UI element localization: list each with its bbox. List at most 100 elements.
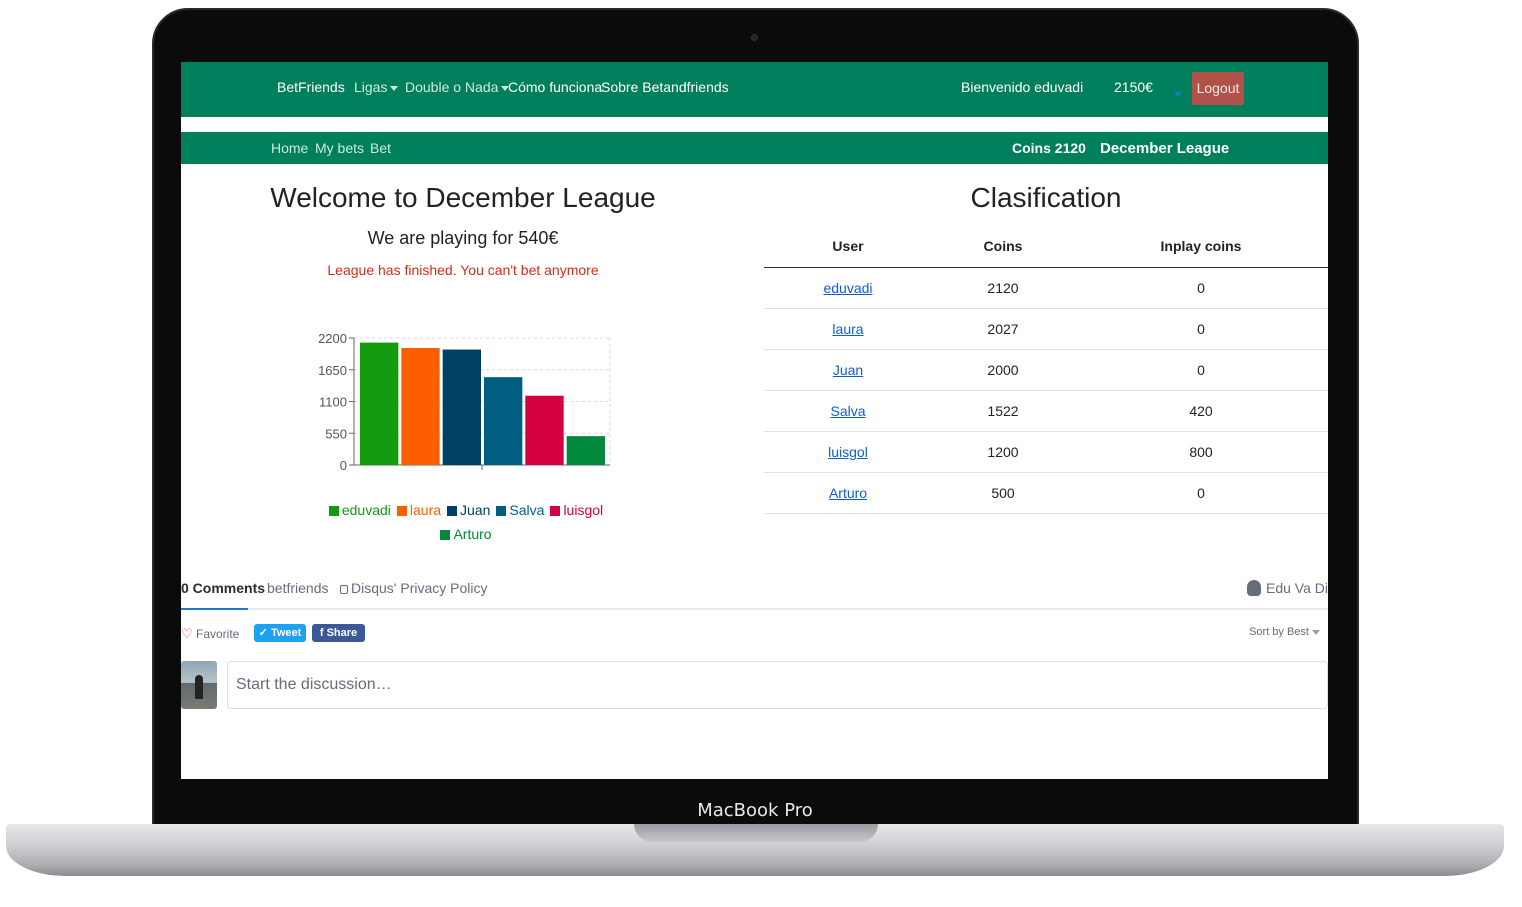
welcome-text: Bienvenido eduvadi xyxy=(961,79,1084,95)
league-finished-notice: League has finished. You can't bet anymo… xyxy=(327,262,599,278)
inplay-cell: 800 xyxy=(1074,431,1328,473)
tab-forum[interactable]: betfriends xyxy=(267,580,328,596)
y-tick-label: 1100 xyxy=(319,395,347,410)
y-tick-label: 0 xyxy=(340,458,347,473)
legend-label: Salva xyxy=(509,502,545,518)
legend-swatch xyxy=(550,506,561,516)
user-cell: Salva xyxy=(764,390,932,432)
double-dropdown[interactable]: Double o Nada xyxy=(405,79,510,95)
prize-text: We are playing for 540€ xyxy=(367,228,559,248)
active-tab-indicator xyxy=(181,608,248,610)
chevron-down-icon xyxy=(1174,91,1182,97)
table-header-row: User Coins Inplay coins xyxy=(764,226,1328,268)
logout-button[interactable]: Logout xyxy=(1192,72,1244,105)
user-link[interactable]: Salva xyxy=(830,403,865,419)
laptop-notch xyxy=(634,824,878,842)
laptop-mockup: MacBook Pro BetFriends Ligas Double o Na… xyxy=(0,0,1522,907)
league-name: December League xyxy=(1100,140,1230,157)
share-button[interactable]: f Share xyxy=(312,624,365,642)
legend-label: luisgol xyxy=(563,502,604,518)
device-label: MacBook Pro xyxy=(697,800,813,821)
legend-item: laura xyxy=(396,498,442,522)
tab-comments[interactable]: 0 Comments xyxy=(181,580,265,596)
user-cell: Arturo xyxy=(764,472,932,514)
y-tick-label: 550 xyxy=(325,426,347,441)
disqus-tabbar: 0 Comments betfriends Disqus' Privacy Po… xyxy=(181,570,1328,610)
legend-swatch xyxy=(496,506,507,516)
inplay-cell: 0 xyxy=(1074,472,1328,514)
user-link[interactable]: Juan xyxy=(833,362,863,378)
user-cell: laura xyxy=(764,308,932,350)
user-link[interactable]: luisgol xyxy=(828,444,868,460)
sort-label: Sort by Best xyxy=(1249,626,1309,638)
table-row: Salva 1522 420 xyxy=(764,390,1328,432)
clasification-title: Clasification xyxy=(970,182,1122,213)
lock-icon xyxy=(340,585,348,594)
favorite-button[interactable]: ♡ Favorite xyxy=(181,626,239,642)
share-label: Share xyxy=(326,627,358,639)
legend-item: luisgol xyxy=(550,498,603,522)
table-row: Arturo 500 0 xyxy=(764,472,1328,514)
y-tick-label: 2200 xyxy=(318,331,347,346)
coins-cell: 1522 xyxy=(932,390,1074,432)
double-label: Double o Nada xyxy=(405,79,499,95)
column-header-user: User xyxy=(764,226,932,268)
coins-cell: 500 xyxy=(932,472,1074,514)
disqus-actions: ♡ Favorite ✓ Tweet f Share Sort by Best xyxy=(181,624,1328,644)
legend-swatch xyxy=(440,530,451,540)
bar-luisgol xyxy=(525,395,564,465)
legend-label: eduvadi xyxy=(341,502,391,518)
home-link[interactable]: Home xyxy=(271,140,308,156)
user-icon xyxy=(1247,580,1261,596)
sobre-link[interactable]: Sobre Betandfriends xyxy=(601,79,729,95)
ligas-label: Ligas xyxy=(354,79,388,95)
balance-text: 2150€ xyxy=(1114,79,1153,95)
privacy-policy-link[interactable]: Disqus' Privacy Policy xyxy=(340,580,488,596)
clasification-table: User Coins Inplay coins eduvadi 2120 0 l… xyxy=(764,226,1328,514)
browser-screen: BetFriends Ligas Double o Nada Cómo func… xyxy=(181,62,1328,779)
mybets-link[interactable]: My bets xyxy=(315,140,364,156)
legend-label: Arturo xyxy=(453,526,492,542)
table-row: luisgol 1200 800 xyxy=(764,431,1328,473)
table-row: laura 2027 0 xyxy=(764,308,1328,350)
balance-dropdown[interactable] xyxy=(1171,85,1182,101)
inplay-cell: 0 xyxy=(1074,267,1328,309)
camera-icon xyxy=(751,34,758,41)
inplay-cell: 0 xyxy=(1074,308,1328,350)
bar-arturo xyxy=(566,436,605,465)
user-link[interactable]: eduvadi xyxy=(823,280,872,296)
user-name: Edu Va Di xyxy=(1266,580,1328,596)
user-link[interactable]: Arturo xyxy=(829,485,867,501)
bet-link[interactable]: Bet xyxy=(370,140,391,156)
comment-input[interactable]: Start the discussion… xyxy=(227,661,1328,709)
sort-dropdown[interactable]: Sort by Best xyxy=(1249,626,1320,638)
tweet-button[interactable]: ✓ Tweet xyxy=(254,624,306,642)
user-menu[interactable]: Edu Va Di xyxy=(1247,580,1328,596)
table-row: Juan 2000 0 xyxy=(764,349,1328,391)
table-row: eduvadi 2120 0 xyxy=(764,267,1328,309)
legend-swatch xyxy=(328,506,339,516)
coins-cell: 2000 xyxy=(932,349,1074,391)
como-funciona-link[interactable]: Cómo funciona xyxy=(508,79,602,95)
user-cell: Juan xyxy=(764,349,932,391)
legend-label: Juan xyxy=(460,502,491,518)
legend-label: laura xyxy=(409,502,442,518)
league-subnav: Home My bets Bet Coins 2120 December Lea… xyxy=(181,132,1328,164)
coins-text: Coins 2120 xyxy=(1012,140,1086,156)
tweet-label: Tweet xyxy=(270,627,302,639)
coins-cell: 1200 xyxy=(932,431,1074,473)
avatar-figure xyxy=(195,675,203,699)
y-tick-label: 1650 xyxy=(318,363,347,378)
twitter-icon: ✓ xyxy=(258,627,268,639)
avatar xyxy=(181,661,217,709)
legend-swatch xyxy=(447,506,458,516)
column-header-inplay: Inplay coins xyxy=(1074,226,1328,268)
user-link[interactable]: laura xyxy=(832,321,863,337)
heart-icon: ♡ xyxy=(181,626,193,641)
ligas-dropdown[interactable]: Ligas xyxy=(354,79,399,95)
user-cell: luisgol xyxy=(764,431,932,473)
brand-link[interactable]: BetFriends xyxy=(277,79,345,95)
bar-laura xyxy=(401,347,440,465)
coins-cell: 2027 xyxy=(932,308,1074,350)
privacy-label: Disqus' Privacy Policy xyxy=(351,580,488,596)
